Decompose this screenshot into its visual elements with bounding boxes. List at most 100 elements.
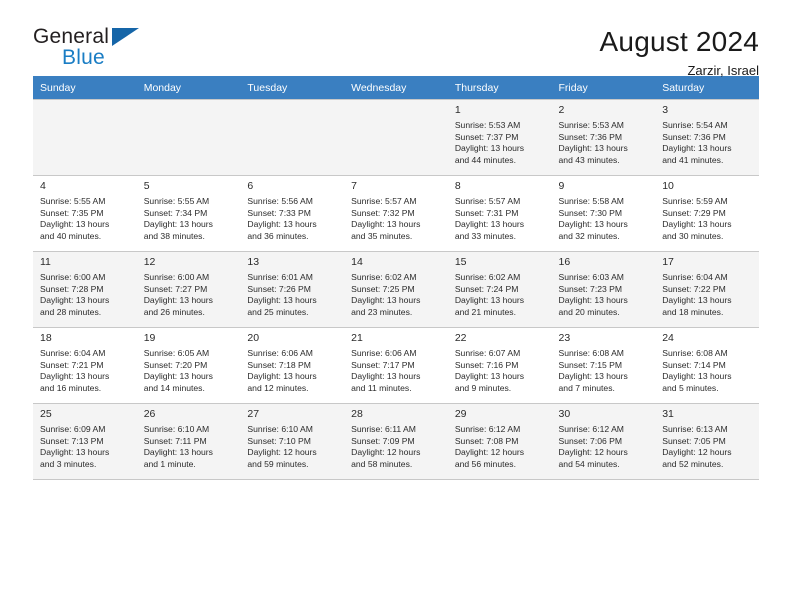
brand-name-blue: Blue [62, 46, 105, 69]
day-cell-content: 24 Sunrise: 6:08 AM Sunset: 7:14 PM Dayligh… [662, 331, 752, 394]
calendar-day-cell-empty [240, 99, 345, 176]
daylight-text-line1: Daylight: 13 hours [662, 219, 732, 230]
calendar-day-cell[interactable]: 17 Sunrise: 6:04 AM Sunset: 7:22 PM Dayligh… [655, 251, 759, 328]
calendar-day-cell[interactable]: 25 Sunrise: 6:09 AM Sunset: 7:13 PM Dayligh… [33, 403, 137, 480]
sunrise-text: Sunrise: 6:12 AM [454, 424, 521, 434]
calendar-day-cell[interactable]: 18 Sunrise: 6:04 AM Sunset: 7:21 PM Dayligh… [33, 327, 137, 404]
sunrise-text: Sunrise: 5:55 AM [40, 196, 106, 206]
sunset-text: Sunset: 7:18 PM [247, 359, 311, 370]
day-cell-content: 22 Sunrise: 6:07 AM Sunset: 7:16 PM Dayligh… [455, 331, 545, 394]
day-cell-content: 30 Sunrise: 6:12 AM Sunset: 7:06 PM Dayligh… [559, 407, 649, 470]
calendar-day-cell[interactable]: 10 Sunrise: 5:59 AM Sunset: 7:29 PM Dayligh… [655, 175, 759, 252]
sunset-text: Sunset: 7:26 PM [247, 283, 311, 294]
sunset-text: Sunset: 7:36 PM [558, 131, 623, 142]
day-number: 29 [454, 408, 467, 420]
calendar-day-cell[interactable]: 22 Sunrise: 6:07 AM Sunset: 7:16 PM Dayligh… [447, 327, 552, 404]
calendar-day-cell[interactable]: 8 Sunrise: 5:57 AM Sunset: 7:31 PM Daylight… [447, 175, 552, 252]
day-cell-content: 12 Sunrise: 6:00 AM Sunset: 7:27 PM Dayligh… [144, 255, 234, 318]
sunset-text: Sunset: 7:37 PM [454, 131, 519, 142]
brand-logo[interactable]: General Blue [33, 25, 213, 68]
daylight-text-line2: and 7 minutes. [558, 382, 615, 393]
calendar-day-cell-empty [33, 99, 137, 176]
day-number: 16 [558, 256, 571, 268]
weekday-header-wednesday: Wednesday [344, 76, 448, 100]
sunrise-text: Sunrise: 5:56 AM [247, 196, 313, 206]
day-cell-content: 1 Sunrise: 5:53 AM Sunset: 7:37 PM Daylight… [455, 103, 545, 166]
calendar-day-cell[interactable]: 21 Sunrise: 6:06 AM Sunset: 7:17 PM Dayligh… [344, 327, 448, 404]
sunrise-text: Sunrise: 6:04 AM [662, 272, 728, 282]
day-cell-content: 5 Sunrise: 5:55 AM Sunset: 7:34 PM Daylight… [144, 179, 234, 242]
calendar-day-cell[interactable]: 29 Sunrise: 6:12 AM Sunset: 7:08 PM Dayligh… [447, 403, 552, 480]
calendar-day-cell[interactable]: 14 Sunrise: 6:02 AM Sunset: 7:25 PM Dayligh… [344, 251, 448, 328]
day-cell-content: 11 Sunrise: 6:00 AM Sunset: 7:28 PM Dayligh… [40, 255, 130, 318]
calendar-day-cell[interactable]: 28 Sunrise: 6:11 AM Sunset: 7:09 PM Dayligh… [344, 403, 448, 480]
day-cell-content: 17 Sunrise: 6:04 AM Sunset: 7:22 PM Dayligh… [662, 255, 752, 318]
calendar-day-cell[interactable]: 19 Sunrise: 6:05 AM Sunset: 7:20 PM Dayligh… [136, 327, 241, 404]
calendar-day-cell[interactable]: 24 Sunrise: 6:08 AM Sunset: 7:14 PM Dayligh… [655, 327, 759, 404]
daylight-text-line1: Daylight: 12 hours [454, 447, 525, 458]
daylight-text-line1: Daylight: 13 hours [143, 447, 213, 458]
calendar-day-cell[interactable]: 15 Sunrise: 6:02 AM Sunset: 7:24 PM Dayligh… [447, 251, 552, 328]
day-cell-content: 8 Sunrise: 5:57 AM Sunset: 7:31 PM Daylight… [455, 179, 545, 242]
calendar-day-cell[interactable]: 9 Sunrise: 5:58 AM Sunset: 7:30 PM Daylight… [551, 175, 656, 252]
day-number: 20 [247, 332, 260, 344]
daylight-text-line2: and 21 minutes. [454, 306, 516, 317]
daylight-text-line2: and 35 minutes. [351, 230, 413, 241]
day-cell-content: 13 Sunrise: 6:01 AM Sunset: 7:26 PM Dayligh… [247, 255, 337, 318]
sunrise-text: Sunrise: 5:57 AM [454, 196, 521, 206]
daylight-text-line2: and 56 minutes. [454, 458, 516, 469]
calendar-day-cell[interactable]: 16 Sunrise: 6:03 AM Sunset: 7:23 PM Dayligh… [551, 251, 656, 328]
calendar-day-cell[interactable]: 23 Sunrise: 6:08 AM Sunset: 7:15 PM Dayligh… [551, 327, 656, 404]
sunrise-text: Sunrise: 5:58 AM [558, 196, 624, 206]
sunset-text: Sunset: 7:16 PM [454, 359, 519, 370]
calendar-day-cell[interactable]: 12 Sunrise: 6:00 AM Sunset: 7:27 PM Dayligh… [136, 251, 241, 328]
daylight-text-line1: Daylight: 12 hours [247, 447, 317, 458]
day-cell-content: 27 Sunrise: 6:10 AM Sunset: 7:10 PM Dayligh… [247, 407, 337, 470]
daylight-text-line1: Daylight: 13 hours [247, 295, 317, 306]
daylight-text-line1: Daylight: 13 hours [454, 219, 525, 230]
calendar-day-cell[interactable]: 2 Sunrise: 5:53 AM Sunset: 7:36 PM Daylight… [551, 99, 656, 176]
calendar-week-row: 25 Sunrise: 6:09 AM Sunset: 7:13 PM Dayligh… [33, 403, 759, 480]
day-number: 19 [143, 332, 156, 344]
day-number: 14 [351, 256, 363, 268]
calendar-day-cell[interactable]: 13 Sunrise: 6:01 AM Sunset: 7:26 PM Dayligh… [240, 251, 345, 328]
daylight-text-line1: Daylight: 12 hours [558, 447, 628, 458]
day-cell-content: 16 Sunrise: 6:03 AM Sunset: 7:23 PM Dayligh… [559, 255, 649, 318]
calendar-day-cell[interactable]: 5 Sunrise: 5:55 AM Sunset: 7:34 PM Daylight… [136, 175, 241, 252]
daylight-text-line1: Daylight: 13 hours [662, 371, 732, 382]
sunrise-text: Sunrise: 6:02 AM [454, 272, 521, 282]
daylight-text-line2: and 36 minutes. [247, 230, 309, 241]
day-number: 27 [247, 408, 260, 420]
sunset-text: Sunset: 7:21 PM [40, 359, 104, 370]
daylight-text-line1: Daylight: 13 hours [143, 219, 213, 230]
calendar-page: General Blue August 2024 Zarzir, Israel … [0, 0, 792, 612]
sunrise-text: Sunrise: 6:10 AM [247, 424, 313, 434]
calendar-day-cell[interactable]: 30 Sunrise: 6:12 AM Sunset: 7:06 PM Dayligh… [551, 403, 656, 480]
daylight-text-line2: and 28 minutes. [40, 306, 102, 317]
calendar-day-cell[interactable]: 26 Sunrise: 6:10 AM Sunset: 7:11 PM Dayligh… [136, 403, 241, 480]
daylight-text-line1: Daylight: 13 hours [662, 295, 732, 306]
sunset-text: Sunset: 7:31 PM [454, 207, 519, 218]
daylight-text-line2: and 32 minutes. [558, 230, 620, 241]
calendar-day-cell[interactable]: 11 Sunrise: 6:00 AM Sunset: 7:28 PM Dayligh… [33, 251, 137, 328]
daylight-text-line2: and 43 minutes. [558, 154, 620, 165]
calendar-day-cell[interactable]: 4 Sunrise: 5:55 AM Sunset: 7:35 PM Daylight… [33, 175, 137, 252]
calendar-body: 1 Sunrise: 5:53 AM Sunset: 7:37 PM Daylight… [33, 99, 759, 480]
day-cell-content: 26 Sunrise: 6:10 AM Sunset: 7:11 PM Dayligh… [144, 407, 234, 470]
sunset-text: Sunset: 7:08 PM [454, 435, 519, 446]
calendar-day-cell[interactable]: 27 Sunrise: 6:10 AM Sunset: 7:10 PM Dayligh… [240, 403, 345, 480]
calendar-day-cell-empty [136, 99, 241, 176]
sunrise-text: Sunrise: 6:02 AM [351, 272, 417, 282]
daylight-text-line1: Daylight: 13 hours [143, 295, 213, 306]
daylight-text-line2: and 52 minutes. [662, 458, 724, 469]
calendar-day-cell[interactable]: 7 Sunrise: 5:57 AM Sunset: 7:32 PM Daylight… [344, 175, 448, 252]
calendar-day-cell[interactable]: 6 Sunrise: 5:56 AM Sunset: 7:33 PM Daylight… [240, 175, 345, 252]
daylight-text-line1: Daylight: 13 hours [454, 143, 525, 154]
calendar-day-cell[interactable]: 31 Sunrise: 6:13 AM Sunset: 7:05 PM Dayligh… [655, 403, 759, 480]
day-cell-content: 15 Sunrise: 6:02 AM Sunset: 7:24 PM Dayligh… [455, 255, 545, 318]
daylight-text-line1: Daylight: 13 hours [351, 219, 421, 230]
day-cell-content: 29 Sunrise: 6:12 AM Sunset: 7:08 PM Dayligh… [455, 407, 545, 470]
calendar-day-cell[interactable]: 20 Sunrise: 6:06 AM Sunset: 7:18 PM Dayligh… [240, 327, 345, 404]
calendar-day-cell[interactable]: 1 Sunrise: 5:53 AM Sunset: 7:37 PM Daylight… [447, 99, 552, 176]
calendar-day-cell[interactable]: 3 Sunrise: 5:54 AM Sunset: 7:36 PM Daylight… [655, 99, 759, 176]
